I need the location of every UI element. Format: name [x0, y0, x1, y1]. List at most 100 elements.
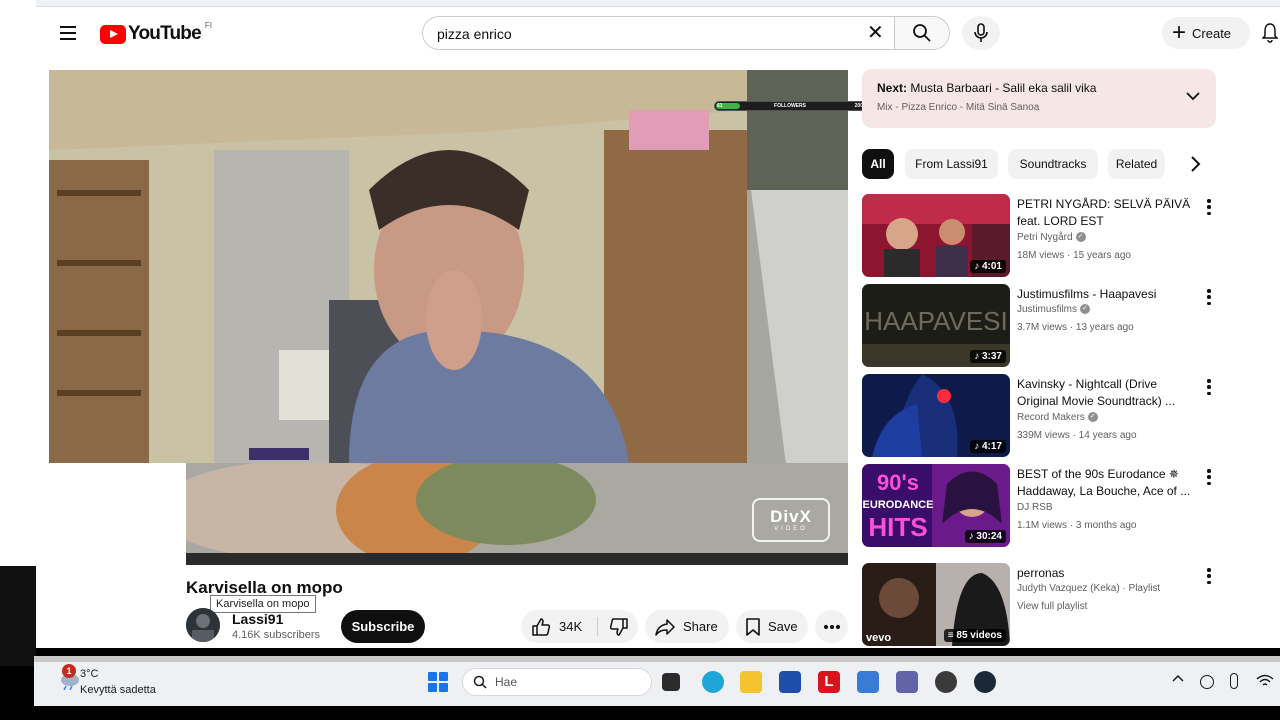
video-thumbnail[interactable]: 90's EURODANCE HITS ♪ 30:24 [862, 464, 1010, 547]
taskbar-search[interactable]: Hae [462, 668, 652, 696]
save-button[interactable]: Save [736, 610, 808, 643]
channel-label: Petri Nygård [1017, 232, 1073, 243]
verified-icon: ✓ [1075, 232, 1086, 243]
steam-icon[interactable] [974, 671, 996, 693]
recommendation-item[interactable]: ♪ 4:01 PETRI NYGÅRD: SELVÄ PÄIVÄ feat. L… [862, 194, 1280, 278]
channel-name[interactable]: Lassi91 [232, 611, 283, 627]
search-input[interactable] [435, 23, 859, 45]
next-up-title: Musta Barbaari - Salil eka salil vika [910, 81, 1097, 95]
app-l-icon[interactable]: L [818, 671, 840, 693]
chip-soundtracks[interactable]: Soundtracks [1008, 149, 1098, 179]
share-button[interactable]: Share [645, 610, 729, 643]
search-box: ✕ [422, 16, 894, 50]
microphone-tray-icon[interactable] [1230, 673, 1238, 689]
thumbnail-text: EURODANCE [863, 499, 934, 511]
channel-avatar[interactable] [186, 608, 220, 642]
chip-all[interactable]: All [862, 149, 894, 179]
weather-temperature[interactable]: 3°C [80, 668, 98, 680]
dislike-button[interactable] [599, 610, 638, 643]
recommendation-item[interactable]: vevo ≡ 85 videos perronas Judyth Vazquez… [862, 563, 1280, 647]
channel-label: Justimusfilms [1017, 304, 1078, 315]
subscribe-button[interactable]: Subscribe [341, 610, 425, 643]
next-up-prefix: Next: [877, 81, 908, 95]
recommendation-title[interactable]: Justimusfilms - Haapavesi [1017, 286, 1197, 303]
video-duration: ♪ 30:24 [964, 530, 1006, 543]
video-thumbnail[interactable]: ♪ 4:01 [862, 194, 1010, 277]
obs-icon[interactable] [935, 671, 957, 693]
search-button[interactable] [894, 16, 950, 50]
menu-icon[interactable] [54, 22, 82, 44]
left-edge-dark [0, 566, 36, 666]
recommendation-channel[interactable]: DJ RSB [1017, 502, 1053, 513]
recommendation-title[interactable]: Kavinsky - Nightcall (Drive Original Mov… [1017, 376, 1197, 410]
microphone-icon [974, 23, 988, 42]
view-full-playlist-link[interactable]: View full playlist [1017, 601, 1087, 612]
recommendation-title[interactable]: BEST of the 90s Eurodance ✵ Haddaway, La… [1017, 466, 1197, 500]
more-actions-button[interactable] [815, 610, 848, 643]
save-label: Save [768, 619, 798, 634]
more-horizontal-icon [823, 624, 840, 629]
thumbnail-text: HAAPAVESI [864, 306, 1008, 336]
recommendation-item[interactable]: 90's EURODANCE HITS ♪ 30:24 BEST of the 90… [862, 464, 1280, 548]
voice-search-button[interactable] [962, 16, 1000, 50]
weather-description[interactable]: Kevyttä sadetta [80, 684, 156, 696]
network-status-icon[interactable] [1200, 675, 1214, 689]
divx-logo-text: DivX [770, 507, 812, 526]
windows-start-icon[interactable] [428, 672, 448, 692]
more-vertical-icon[interactable] [1204, 468, 1214, 486]
browser-window: YouTube FI ✕ + Create [36, 0, 1280, 648]
chevron-down-icon[interactable] [1186, 91, 1200, 101]
microsoft-store-icon[interactable] [779, 671, 801, 693]
next-up-title-line: Next: Musta Barbaari - Salil eka salil v… [877, 81, 1096, 95]
recommendation-title[interactable]: PETRI NYGÅRD: SELVÄ PÄIVÄ feat. LORD EST [1017, 196, 1197, 230]
wifi-icon[interactable] [1256, 674, 1274, 688]
plus-icon: + [1172, 19, 1187, 46]
channel-label: Judyth Vazquez (Keka) · Playlist [1017, 583, 1161, 594]
video-thumbnail[interactable]: HAAPAVESI ♪ 3:37 [862, 284, 1010, 367]
recommendation-channel[interactable]: Record Makers ✓ [1017, 412, 1098, 423]
notifications-icon[interactable] [1261, 22, 1279, 44]
create-button[interactable]: + Create [1162, 17, 1250, 49]
followers-goal-bar: 61 FOLLOWERS 200 [714, 101, 866, 111]
recommendation-item[interactable]: ♪ 4:17 Kavinsky - Nightcall (Drive Origi… [862, 374, 1280, 458]
more-vertical-icon[interactable] [1204, 567, 1214, 585]
recommendation-channel[interactable]: Judyth Vazquez (Keka) · Playlist [1017, 583, 1160, 594]
recommendation-channel[interactable]: Petri Nygård ✓ [1017, 232, 1086, 243]
thumbnail-text: 90's [877, 470, 919, 495]
more-vertical-icon[interactable] [1204, 288, 1214, 306]
like-button[interactable]: 34K [521, 610, 595, 643]
subscriber-count: 4.16K subscribers [232, 629, 321, 641]
like-dislike-group: 34K [521, 610, 638, 643]
mail-icon[interactable] [857, 671, 879, 693]
channel-label: DJ RSB [1017, 502, 1053, 513]
verified-icon: ✓ [1080, 304, 1091, 315]
recommendation-meta: 339M views · 14 years ago [1017, 430, 1137, 441]
more-vertical-icon[interactable] [1204, 198, 1214, 216]
chip-related[interactable]: Related [1108, 149, 1165, 179]
video-duration: ♪ 3:37 [970, 350, 1006, 363]
file-explorer-icon[interactable] [740, 671, 762, 693]
recommendation-channel[interactable]: Justimusfilms ✓ [1017, 304, 1091, 315]
edge-browser-icon[interactable] [702, 671, 724, 693]
playlist-thumbnail[interactable]: vevo ≡ 85 videos [862, 563, 1010, 646]
teams-icon[interactable] [896, 671, 918, 693]
chip-from-channel[interactable]: From Lassi91 [905, 149, 998, 179]
video-duration: ♪ 4:17 [970, 440, 1006, 453]
next-up-card[interactable]: Next: Musta Barbaari - Salil eka salil v… [862, 69, 1216, 128]
clear-search-icon[interactable]: ✕ [867, 22, 884, 44]
chevron-right-icon[interactable] [1184, 153, 1206, 175]
recommendation-title[interactable]: perronas [1017, 565, 1197, 582]
share-icon [655, 618, 675, 636]
more-vertical-icon[interactable] [1204, 378, 1214, 396]
followers-goal-label: FOLLOWERS [774, 103, 806, 109]
video-thumbnail[interactable]: ♪ 4:17 [862, 374, 1010, 457]
recommendation-meta: 18M views · 15 years ago [1017, 250, 1131, 261]
webcam-scene [49, 70, 747, 463]
recommendation-item[interactable]: HAAPAVESI ♪ 3:37 Justimusfilms - Haapave… [862, 284, 1280, 368]
create-label: Create [1192, 25, 1232, 41]
browser-toolbar-edge [36, 0, 1280, 7]
next-up-subtitle: Mix - Pizza Enrico - Mitä Sinä Sanoa [877, 102, 1040, 113]
task-view-icon[interactable] [662, 673, 680, 691]
chevron-up-icon[interactable] [1172, 674, 1184, 682]
youtube-logo[interactable]: YouTube FI [100, 21, 212, 46]
